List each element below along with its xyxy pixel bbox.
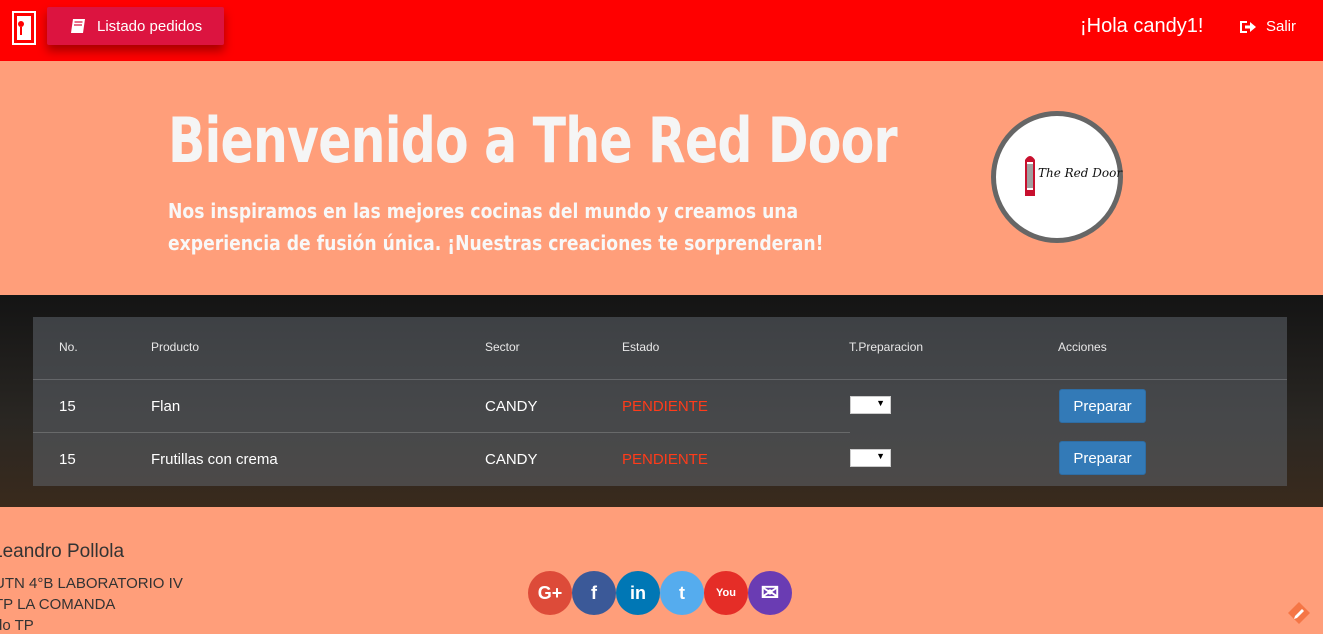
cell-no: 15 — [59, 398, 76, 415]
user-greeting: ¡Hola candy1! — [1080, 15, 1204, 37]
top-navbar: Listado pedidos ¡Hola candy1! Salir — [0, 0, 1323, 61]
prep-time-select[interactable]: ▼ — [850, 449, 891, 467]
header-sector: Sector — [485, 340, 520, 354]
prepare-button[interactable]: Preparar — [1059, 441, 1146, 475]
row-divider — [33, 432, 850, 433]
orders-list-button[interactable]: Listado pedidos — [47, 7, 224, 45]
cell-producto: Flan — [151, 398, 181, 415]
twitter-icon[interactable]: t — [660, 571, 704, 615]
header-producto: Producto — [151, 340, 200, 354]
restaurant-logo: The Red Door — [991, 111, 1123, 243]
row-divider — [33, 379, 1287, 380]
book-icon — [71, 19, 85, 33]
hero-title: Bienvenido a The Red Door — [168, 104, 898, 177]
chevron-down-icon: ▼ — [876, 398, 885, 408]
door-icon[interactable] — [12, 11, 36, 45]
cell-sector: CANDY — [485, 398, 538, 415]
logout-label: Salir — [1266, 18, 1297, 35]
pencil-icon[interactable] — [1287, 601, 1311, 625]
status-badge: PENDIENTE — [622, 451, 708, 468]
sign-out-icon — [1240, 20, 1256, 33]
footer-line: UTN 4°B LABORATORIO IV — [0, 575, 183, 592]
red-door-logo-icon — [1025, 156, 1035, 196]
email-icon[interactable]: ✉ — [748, 571, 792, 615]
orders-table: No. Producto Sector Estado T.Preparacion… — [33, 317, 1287, 486]
prep-time-select[interactable]: ▼ — [850, 396, 891, 414]
youtube-icon[interactable]: You — [704, 571, 748, 615]
orders-list-label: Listado pedidos — [97, 17, 203, 35]
prepare-button[interactable]: Preparar — [1059, 389, 1146, 423]
header-no: No. — [59, 340, 78, 354]
chevron-down-icon: ▼ — [876, 451, 885, 461]
status-badge: PENDIENTE — [622, 398, 708, 415]
cell-sector: CANDY — [485, 451, 538, 468]
hero-subtitle: Nos inspiramos en las mejores cocinas de… — [168, 199, 824, 255]
cell-producto: Frutillas con crema — [151, 451, 278, 468]
header-acciones: Acciones — [1058, 340, 1107, 354]
logout-button[interactable]: Salir — [1239, 18, 1296, 35]
footer-author: Leandro Pollola — [0, 541, 125, 562]
cell-no: 15 — [59, 451, 76, 468]
footer-line: TP LA COMANDA — [0, 596, 116, 613]
google-plus-icon[interactable]: G+ — [528, 571, 572, 615]
header-t-preparacion: T.Preparacion — [849, 340, 924, 354]
logo-text: The Red Door — [1038, 166, 1123, 180]
linkedin-icon[interactable]: in — [616, 571, 660, 615]
facebook-icon[interactable]: f — [572, 571, 616, 615]
footer-line: do TP — [0, 617, 34, 634]
header-estado: Estado — [622, 340, 660, 354]
